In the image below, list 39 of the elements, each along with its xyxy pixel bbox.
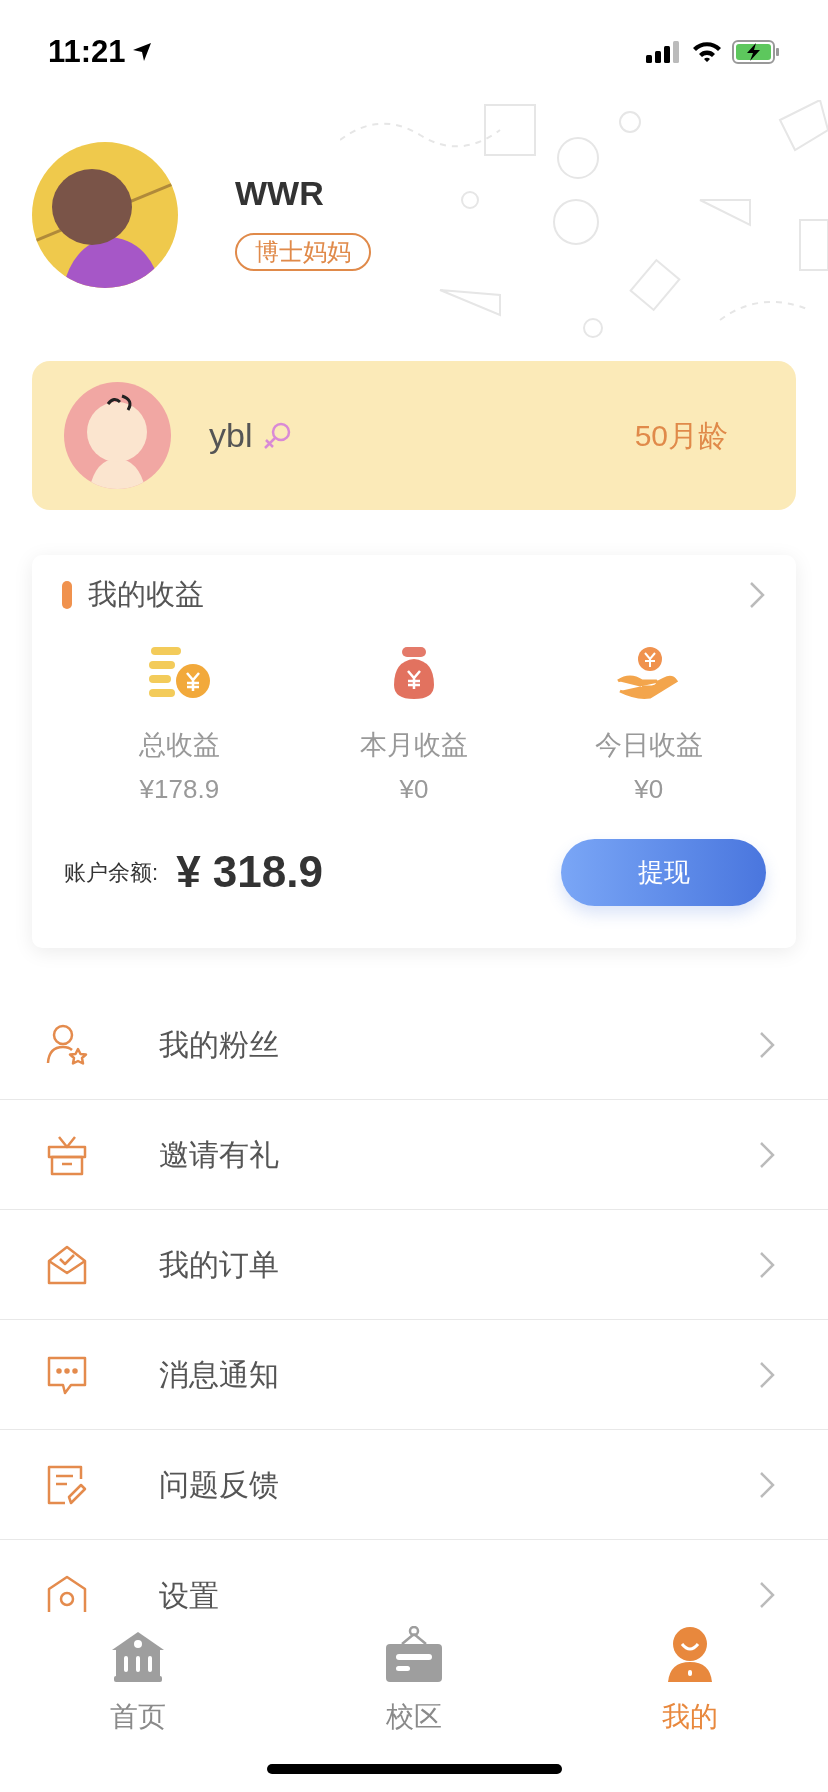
- menu-item[interactable]: 我的订单: [0, 1210, 828, 1320]
- chevron-right-icon: [758, 1469, 776, 1500]
- person-icon: [666, 1626, 714, 1682]
- child-age: 50月龄: [634, 418, 728, 454]
- accent-bar-icon: [62, 581, 72, 609]
- balance-label: 账户余额:: [64, 858, 159, 887]
- coin-stack-icon: [147, 645, 212, 701]
- menu-item[interactable]: 消息通知: [0, 1320, 828, 1430]
- stat-label: 总收益: [138, 729, 220, 762]
- menu-item[interactable]: 邀请有礼: [0, 1100, 828, 1210]
- signal-icon: [646, 41, 682, 63]
- house-settings-icon: [45, 1573, 89, 1612]
- stat-value: ¥0: [399, 772, 429, 806]
- stat-label: 今日收益: [594, 729, 703, 762]
- chevron-right-icon: [758, 1029, 776, 1060]
- female-icon: [262, 420, 293, 451]
- menu-item[interactable]: 我的粉丝: [0, 990, 828, 1100]
- fans-icon: [45, 1022, 89, 1067]
- status-time: 11:21: [48, 32, 126, 71]
- chevron-right-icon[interactable]: [748, 580, 766, 610]
- location-arrow-icon: [131, 42, 152, 62]
- chevron-right-icon: [758, 1580, 776, 1610]
- menu-item[interactable]: 设置: [0, 1540, 828, 1612]
- stat-value: ¥0: [634, 772, 664, 806]
- chevron-right-icon: [758, 1359, 776, 1390]
- menu-item[interactable]: 问题反馈: [0, 1430, 828, 1540]
- child-card[interactable]: ybl 50月龄: [32, 361, 796, 510]
- stat-label: 本月收益: [360, 729, 468, 762]
- chevron-right-icon: [758, 1249, 776, 1280]
- balance-amount: ¥ 318.9: [176, 846, 323, 898]
- section-title: 我的收益: [88, 577, 204, 613]
- title-tag: 博士妈妈: [235, 232, 371, 271]
- battery-icon: [732, 40, 780, 64]
- hanging-sign-icon: [386, 1626, 442, 1682]
- child-name: ybl: [209, 415, 253, 456]
- wifi-icon: [692, 41, 722, 63]
- stat-value: ¥178.9: [139, 772, 220, 806]
- user-name: WWR: [235, 172, 324, 214]
- chevron-right-icon: [758, 1139, 776, 1170]
